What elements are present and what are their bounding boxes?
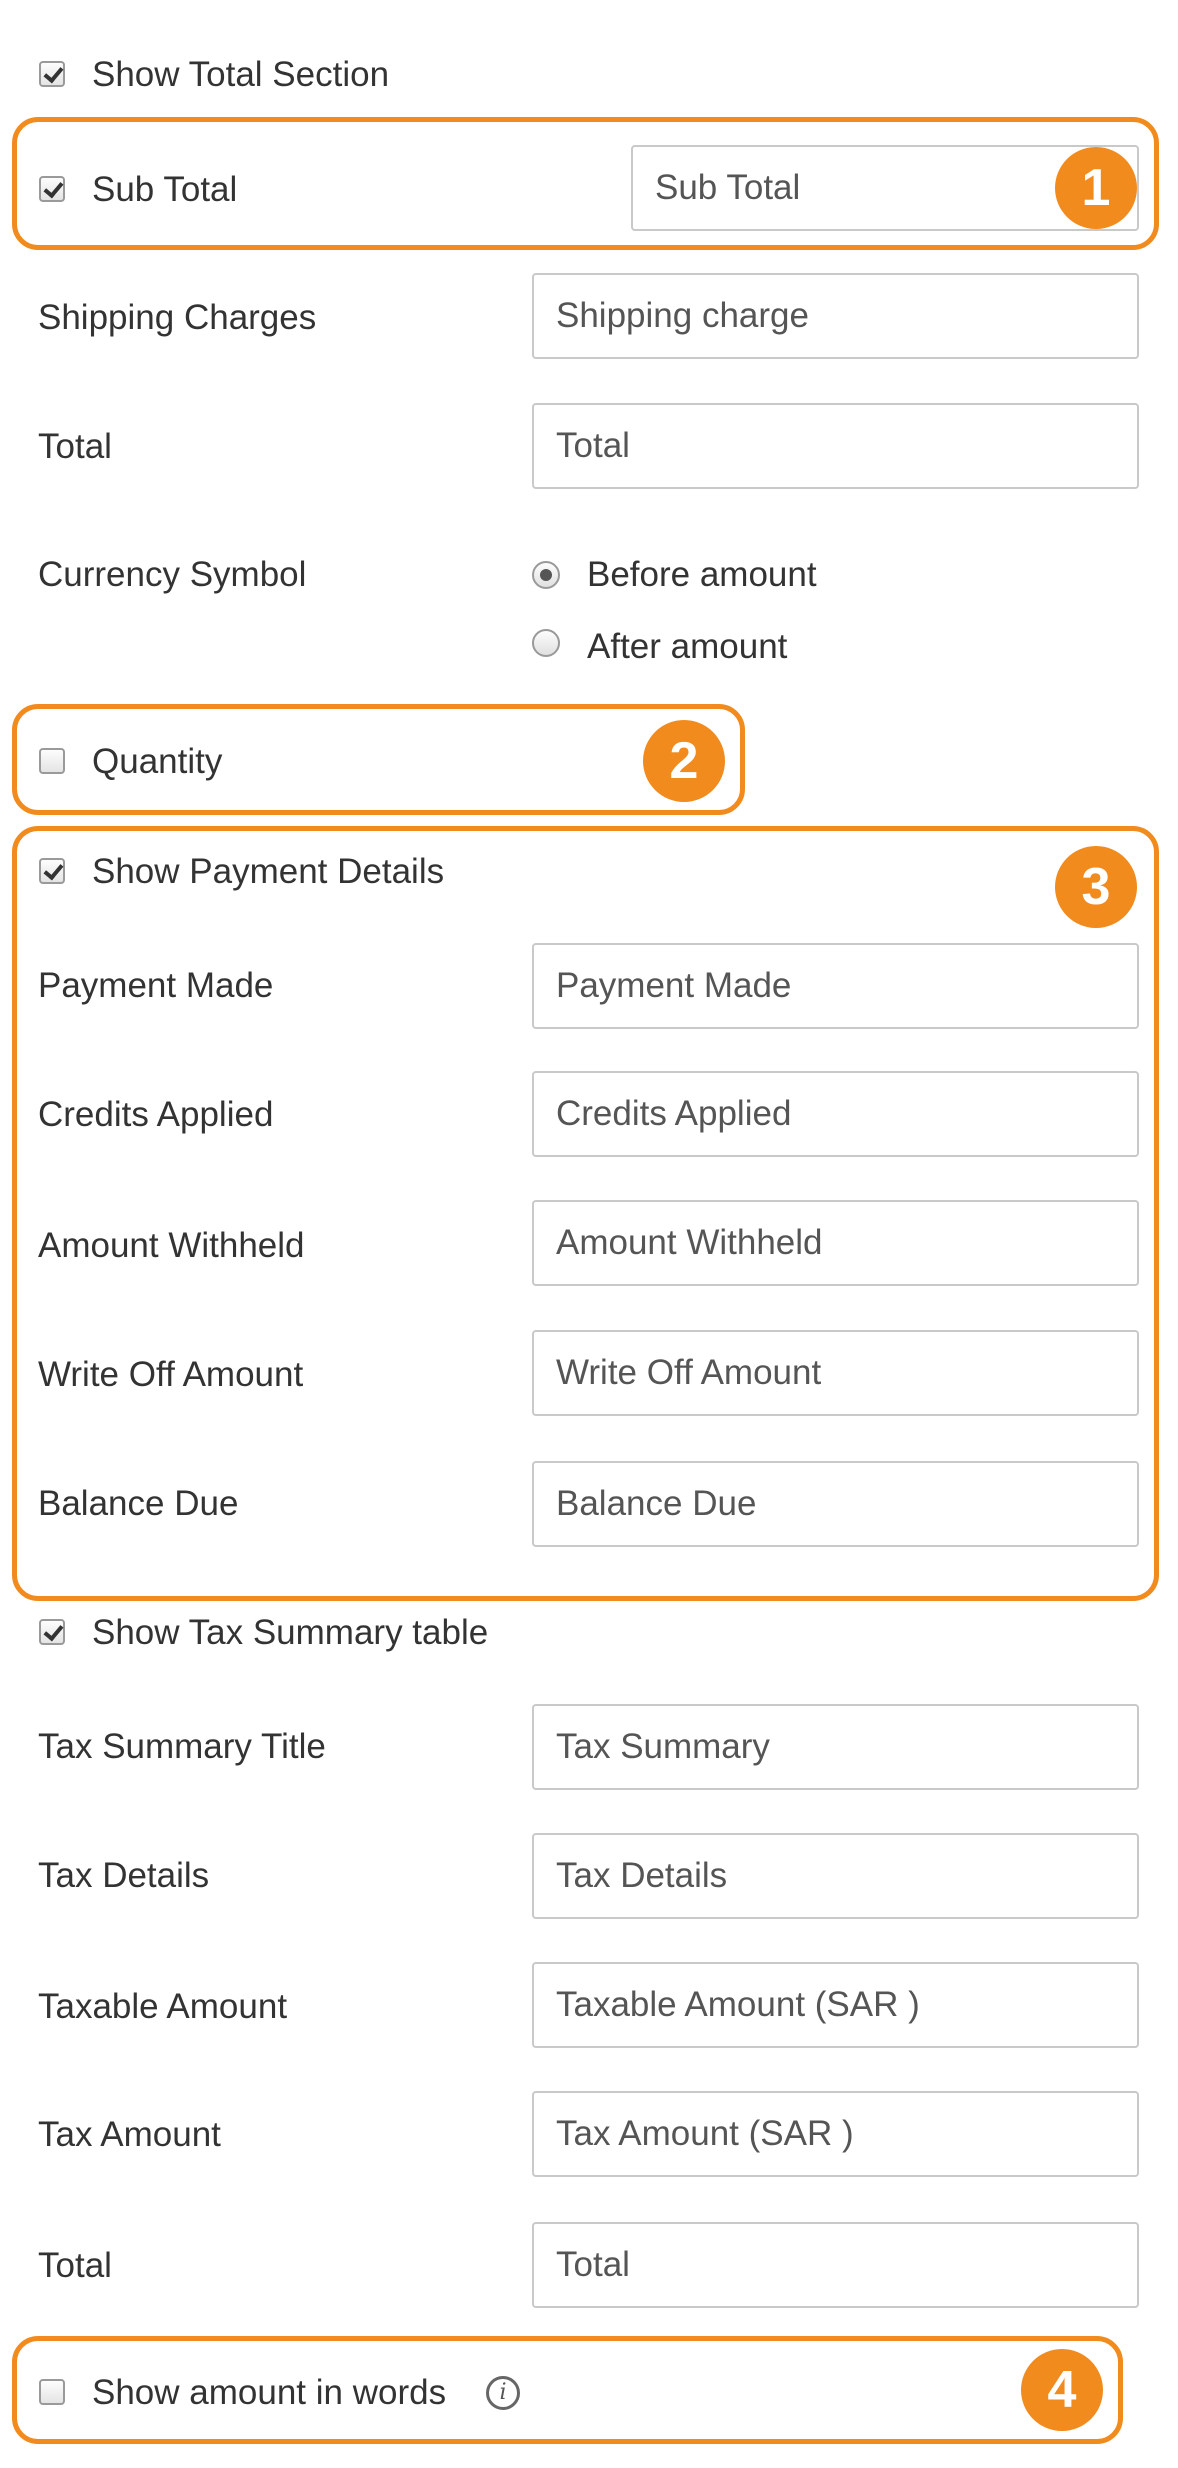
shipping-charges-label: Shipping Charges [38, 298, 317, 337]
payment-made-input[interactable]: Payment Made [532, 943, 1139, 1029]
callout-badge-3: 3 [1055, 846, 1137, 928]
show-total-checkbox[interactable] [39, 61, 65, 87]
write-off-amount-input[interactable]: Write Off Amount [532, 1330, 1139, 1416]
payment-made-input-value: Payment Made [556, 966, 792, 1005]
callout-badge-4: 4 [1021, 2349, 1103, 2431]
quantity-label: Quantity [92, 742, 223, 781]
total-input[interactable]: Total [532, 403, 1139, 489]
tax-amount-input[interactable]: Tax Amount (SAR ) [532, 2091, 1139, 2177]
payment-made-label: Payment Made [38, 966, 274, 1005]
sub-total-input-value: Sub Total [655, 168, 801, 207]
credits-applied-input-value: Credits Applied [556, 1094, 792, 1133]
credits-applied-input[interactable]: Credits Applied [532, 1071, 1139, 1157]
amount-withheld-label: Amount Withheld [38, 1226, 305, 1265]
currency-symbol-label: Currency Symbol [38, 555, 307, 594]
tax-details-input-value: Tax Details [556, 1856, 728, 1895]
taxable-amount-input-value: Taxable Amount (SAR ) [556, 1985, 920, 2024]
shipping-charges-input-value: Shipping charge [556, 296, 809, 335]
write-off-amount-label: Write Off Amount [38, 1355, 304, 1394]
show-total-label: Show Total Section [92, 55, 390, 94]
shipping-charges-input[interactable]: Shipping charge [532, 273, 1139, 359]
credits-applied-label: Credits Applied [38, 1095, 274, 1134]
show-amount-in-words-label: Show amount in words [92, 2373, 447, 2412]
show-payment-details-checkbox[interactable] [39, 858, 65, 884]
tax-details-label: Tax Details [38, 1856, 210, 1895]
show-payment-details-label: Show Payment Details [92, 852, 445, 891]
write-off-amount-input-value: Write Off Amount [556, 1353, 822, 1392]
tax-summary-title-label: Tax Summary Title [38, 1727, 326, 1766]
total-label: Total [38, 427, 112, 466]
balance-due-input-value: Balance Due [556, 1484, 757, 1523]
before-amount-radio[interactable] [532, 561, 560, 589]
amount-withheld-input-value: Amount Withheld [556, 1223, 823, 1262]
tax-amount-input-value: Tax Amount (SAR ) [556, 2114, 854, 2153]
callout-badge-1: 1 [1055, 147, 1137, 229]
taxable-amount-input[interactable]: Taxable Amount (SAR ) [532, 1962, 1139, 2048]
show-tax-summary-label: Show Tax Summary table [92, 1613, 489, 1652]
tax-summary-title-input-value: Tax Summary [556, 1727, 770, 1766]
after-amount-label: After amount [587, 627, 788, 666]
amount-withheld-input[interactable]: Amount Withheld [532, 1200, 1139, 1286]
tax-summary-title-input[interactable]: Tax Summary [532, 1704, 1139, 1790]
taxable-amount-label: Taxable Amount [38, 1987, 288, 2026]
sub-total-label: Sub Total [92, 170, 238, 209]
tax-total-input-value: Total [556, 2245, 630, 2284]
after-amount-radio[interactable] [532, 629, 560, 657]
total-input-value: Total [556, 426, 630, 465]
balance-due-label: Balance Due [38, 1484, 239, 1523]
tax-total-input[interactable]: Total [532, 2222, 1139, 2308]
before-amount-label: Before amount [587, 555, 817, 594]
tax-details-input[interactable]: Tax Details [532, 1833, 1139, 1919]
show-amount-in-words-checkbox[interactable] [39, 2379, 65, 2405]
callout-badge-2: 2 [643, 720, 725, 802]
info-icon[interactable]: i [486, 2376, 520, 2410]
tax-amount-label: Tax Amount [38, 2115, 221, 2154]
show-tax-summary-checkbox[interactable] [39, 1619, 65, 1645]
quantity-checkbox[interactable] [39, 748, 65, 774]
tax-total-label: Total [38, 2246, 112, 2285]
balance-due-input[interactable]: Balance Due [532, 1461, 1139, 1547]
sub-total-checkbox[interactable] [39, 176, 65, 202]
